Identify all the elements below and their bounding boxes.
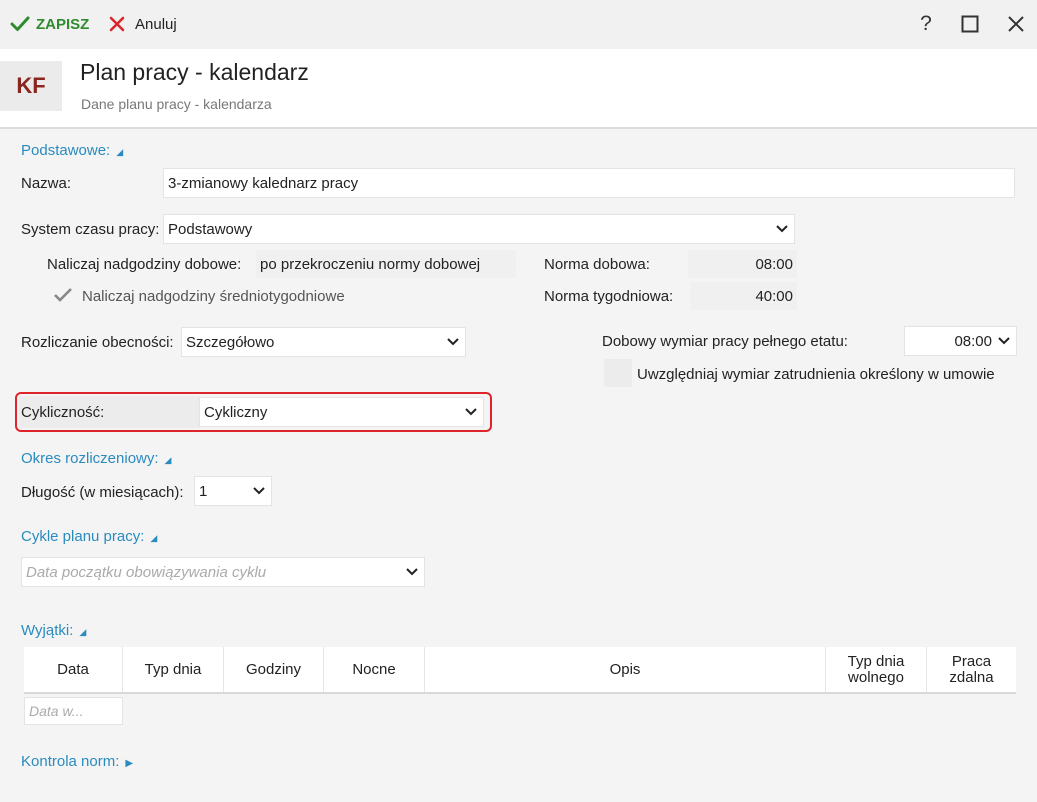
- checkmark-icon: [10, 16, 30, 31]
- overtime-label: Naliczaj nadgodziny dobowe:: [47, 256, 242, 273]
- contract-dim-label: Uwzględniaj wymiar zatrudnienia określon…: [637, 366, 995, 383]
- section-basic-label: Podstawowe:: [21, 142, 111, 159]
- section-basic[interactable]: Podstawowe: ◢: [21, 142, 123, 159]
- section-cycles-label: Cykle planu pracy:: [21, 528, 145, 545]
- section-period-label: Okres rozliczeniowy:: [21, 450, 159, 467]
- exception-date-input[interactable]: Data w...: [24, 697, 123, 725]
- section-exceptions[interactable]: Wyjątki: ◢: [21, 622, 86, 639]
- chevron-down-icon: [996, 333, 1012, 349]
- length-select[interactable]: 1: [194, 476, 272, 506]
- close-icon: [1008, 16, 1024, 32]
- close-x-icon: [109, 16, 125, 32]
- save-label: ZAPISZ: [36, 15, 90, 33]
- cycle-date-placeholder: Data początku obowiązywania cyklu: [26, 563, 267, 581]
- chevron-down-icon: [251, 483, 267, 499]
- page-title: Plan pracy - kalendarz: [80, 59, 309, 85]
- exceptions-table-header: Data Typ dnia Godziny Nocne Opis Typ dni…: [24, 647, 1016, 694]
- daily-norm-field: 08:00: [688, 250, 797, 278]
- attendance-label: Rozliczanie obecności:: [21, 334, 174, 351]
- weekly-norm-label: Norma tygodniowa:: [544, 288, 674, 305]
- system-select[interactable]: Podstawowy: [163, 214, 795, 244]
- name-value: 3-zmianowy kalednarz pracy: [168, 174, 359, 192]
- system-label: System czasu pracy:: [21, 221, 160, 238]
- section-norms[interactable]: Kontrola norm: ▶: [21, 753, 133, 770]
- help-button[interactable]: ?: [912, 10, 940, 38]
- column-header-night[interactable]: Nocne: [324, 647, 425, 692]
- cyclic-value: Cykliczny: [204, 403, 268, 421]
- overtime-value: po przekroczeniu normy dobowej: [260, 255, 481, 273]
- name-label: Nazwa:: [21, 175, 72, 192]
- daily-dim-select[interactable]: 08:00: [904, 326, 1017, 356]
- daily-norm-label: Norma dobowa:: [544, 256, 650, 273]
- cancel-label: Anuluj: [135, 15, 177, 33]
- contract-dim-checkbox[interactable]: [604, 359, 632, 387]
- overtime-value-field: po przekroczeniu normy dobowej: [256, 250, 516, 278]
- chevron-down-icon: [404, 564, 420, 580]
- weekly-norm-field: 40:00: [690, 282, 797, 310]
- expand-triangle-icon: ▶: [125, 758, 134, 769]
- maximize-icon: [961, 15, 979, 33]
- attendance-select[interactable]: Szczegółowo: [181, 327, 466, 357]
- module-badge: KF: [0, 61, 62, 111]
- chevron-down-icon: [463, 404, 479, 420]
- attendance-value: Szczegółowo: [186, 333, 275, 351]
- length-label: Długość (w miesiącach):: [21, 484, 184, 501]
- cycle-date-select[interactable]: Data początku obowiązywania cyklu: [21, 557, 425, 587]
- close-window-button[interactable]: [1002, 10, 1030, 38]
- column-header-hours[interactable]: Godziny: [224, 647, 324, 692]
- section-exceptions-label: Wyjątki:: [21, 622, 74, 639]
- collapse-triangle-icon: ◢: [164, 455, 172, 465]
- daily-dim-label: Dobowy wymiar pracy pełnego etatu:: [602, 333, 848, 350]
- cancel-button[interactable]: Anuluj: [108, 12, 177, 36]
- weekly-norm-value: 40:00: [755, 287, 793, 305]
- section-cycles[interactable]: Cykle planu pracy: ◢: [21, 528, 157, 545]
- checkmark-icon: [54, 288, 72, 302]
- chevron-down-icon: [445, 334, 461, 350]
- save-button[interactable]: ZAPISZ: [10, 12, 89, 36]
- column-header-description[interactable]: Opis: [425, 647, 826, 692]
- column-header-remote-work[interactable]: Praca zdalna: [927, 647, 1016, 692]
- section-norms-label: Kontrola norm:: [21, 753, 120, 770]
- length-value: 1: [199, 482, 208, 500]
- header: KF Plan pracy - kalendarz Dane planu pra…: [0, 49, 1037, 129]
- column-header-day-type[interactable]: Typ dnia: [123, 647, 224, 692]
- collapse-triangle-icon: ◢: [79, 627, 87, 637]
- cyclic-select[interactable]: Cykliczny: [199, 397, 484, 427]
- maximize-button[interactable]: [956, 10, 984, 38]
- weekly-overtime-label: Naliczaj nadgodziny średniotygodniowe: [82, 288, 345, 305]
- column-header-date[interactable]: Data: [24, 647, 123, 692]
- weekly-overtime-checkbox[interactable]: [49, 281, 77, 309]
- exception-date-placeholder: Data w...: [29, 703, 84, 719]
- system-value: Podstawowy: [168, 220, 253, 238]
- page-subtitle: Dane planu pracy - kalendarza: [81, 96, 272, 112]
- daily-norm-value: 08:00: [755, 255, 793, 273]
- toolbar: ZAPISZ Anuluj ?: [0, 0, 1037, 49]
- name-input[interactable]: 3-zmianowy kalednarz pracy: [163, 168, 1015, 198]
- help-icon: ?: [920, 12, 932, 35]
- section-period[interactable]: Okres rozliczeniowy: ◢: [21, 450, 171, 467]
- daily-dim-value: 08:00: [954, 332, 992, 350]
- collapse-triangle-icon: ◢: [116, 147, 124, 157]
- column-header-free-day-type[interactable]: Typ dnia wolnego: [826, 647, 927, 692]
- cyclic-label: Cykliczność:: [21, 404, 105, 421]
- chevron-down-icon: [774, 221, 790, 237]
- collapse-triangle-icon: ◢: [150, 533, 158, 543]
